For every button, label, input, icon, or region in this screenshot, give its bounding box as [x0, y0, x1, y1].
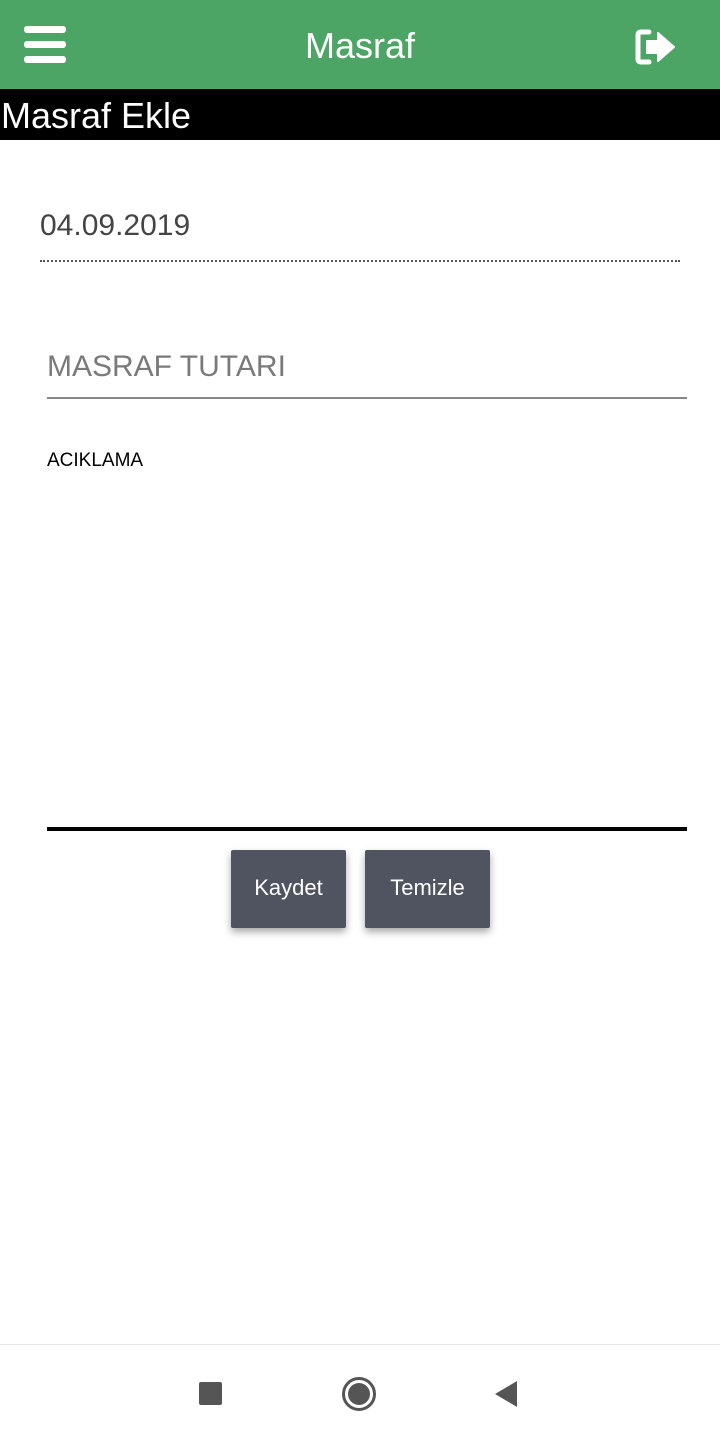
circle-home-icon[interactable] [341, 1376, 377, 1412]
date-field[interactable]: 04.09.2019 [40, 200, 680, 262]
save-button[interactable]: Kaydet [231, 850, 346, 928]
amount-input[interactable] [47, 336, 687, 399]
triangle-back-icon[interactable] [494, 1380, 518, 1408]
clear-button[interactable]: Temizle [365, 850, 490, 928]
logout-icon[interactable] [634, 28, 678, 66]
app-bar: Masraf [0, 0, 720, 89]
system-nav-bar [0, 1344, 720, 1440]
hamburger-menu-icon[interactable] [24, 26, 66, 64]
description-textarea[interactable] [47, 446, 687, 831]
app-title: Masraf [304, 25, 416, 66]
screen: Masraf Masraf Ekle 04.09.2019 Kaydet Tem… [0, 0, 720, 1440]
section-title: Masraf Ekle [0, 89, 720, 140]
square-recents-icon[interactable] [199, 1382, 222, 1405]
